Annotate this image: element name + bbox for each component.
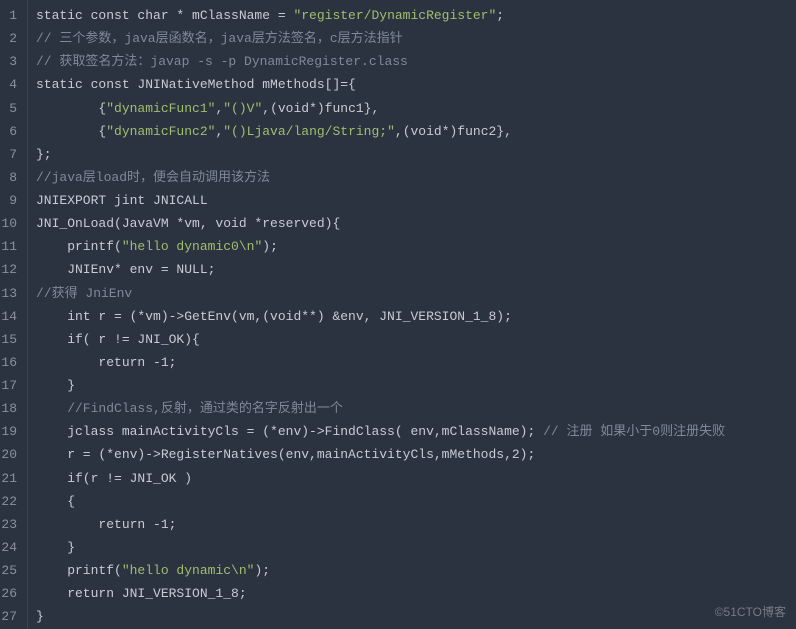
code-line: {"dynamicFunc2","()Ljava/lang/String;",(…	[36, 120, 796, 143]
line-number: 13	[0, 282, 21, 305]
code-token: ,(void*)func2},	[395, 124, 512, 139]
code-line: return -1;	[36, 351, 796, 374]
code-token: "()V"	[223, 101, 262, 116]
code-line: JNIEXPORT jint JNICALL	[36, 189, 796, 212]
line-number: 9	[0, 189, 21, 212]
code-token: int r = (*vm)->GetEnv(vm,(void**) &env, …	[36, 309, 512, 324]
line-number: 19	[0, 420, 21, 443]
code-line: {	[36, 490, 796, 513]
code-token: r = (*env)->RegisterNatives(env,mainActi…	[36, 447, 535, 462]
line-number-gutter: 1234567891011121314151617181920212223242…	[0, 0, 28, 629]
line-number: 8	[0, 166, 21, 189]
code-token: static const JNINativeMethod mMethods[]=…	[36, 77, 356, 92]
code-token: "hello dynamic\n"	[122, 563, 255, 578]
line-number: 27	[0, 605, 21, 628]
line-number: 3	[0, 50, 21, 73]
code-token: ;	[496, 8, 504, 23]
code-token: if(r != JNI_OK )	[36, 471, 192, 486]
code-token: static const char * mClassName =	[36, 8, 293, 23]
watermark: ©51CTO博客	[715, 602, 786, 623]
code-token: JNIEnv* env = NULL;	[36, 262, 215, 277]
code-token: "hello dynamic0\n"	[122, 239, 262, 254]
code-line: // 获取签名方法：javap -s -p DynamicRegister.cl…	[36, 50, 796, 73]
code-token: "()Ljava/lang/String;"	[223, 124, 395, 139]
code-editor: 1234567891011121314151617181920212223242…	[0, 0, 796, 629]
code-line: {"dynamicFunc1","()V",(void*)func1},	[36, 97, 796, 120]
line-number: 23	[0, 513, 21, 536]
code-area: static const char * mClassName = "regist…	[28, 0, 796, 629]
code-token: ,(void*)func1},	[262, 101, 379, 116]
code-line: }	[36, 605, 796, 628]
line-number: 10	[0, 212, 21, 235]
code-line: //获得 JniEnv	[36, 282, 796, 305]
code-token: printf(	[36, 563, 122, 578]
line-number: 16	[0, 351, 21, 374]
code-line: JNI_OnLoad(JavaVM *vm, void *reserved){	[36, 212, 796, 235]
code-token: }	[36, 378, 75, 393]
line-number: 18	[0, 397, 21, 420]
code-line: return JNI_VERSION_1_8;	[36, 582, 796, 605]
code-token: return -1;	[36, 355, 176, 370]
line-number: 15	[0, 328, 21, 351]
line-number: 7	[0, 143, 21, 166]
code-token: //java层load时，便会自动调用该方法	[36, 170, 270, 185]
code-line: r = (*env)->RegisterNatives(env,mainActi…	[36, 443, 796, 466]
code-line: }	[36, 374, 796, 397]
code-line: // 三个参数，java层函数名，java层方法签名，c层方法指针	[36, 27, 796, 50]
code-line: static const JNINativeMethod mMethods[]=…	[36, 73, 796, 96]
line-number: 26	[0, 582, 21, 605]
line-number: 21	[0, 467, 21, 490]
line-number: 14	[0, 305, 21, 328]
code-token: printf(	[36, 239, 122, 254]
line-number: 6	[0, 120, 21, 143]
code-line: return -1;	[36, 513, 796, 536]
line-number: 17	[0, 374, 21, 397]
line-number: 11	[0, 235, 21, 258]
code-token: JNIEXPORT jint JNICALL	[36, 193, 208, 208]
line-number: 1	[0, 4, 21, 27]
line-number: 2	[0, 27, 21, 50]
code-line: static const char * mClassName = "regist…	[36, 4, 796, 27]
code-token: "dynamicFunc2"	[106, 124, 215, 139]
code-token: }	[36, 609, 44, 624]
code-token: JNI_OnLoad(JavaVM *vm, void *reserved){	[36, 216, 340, 231]
code-token: };	[36, 147, 52, 162]
code-token: "register/DynamicRegister"	[293, 8, 496, 23]
code-token: // 注册 如果小于0则注册失败	[543, 424, 725, 439]
code-line: jclass mainActivityCls = (*env)->FindCla…	[36, 420, 796, 443]
code-token: //获得 JniEnv	[36, 286, 132, 301]
code-token: return -1;	[36, 517, 176, 532]
code-token: jclass mainActivityCls = (*env)->FindCla…	[36, 424, 543, 439]
code-token: {	[36, 494, 75, 509]
code-line: }	[36, 536, 796, 559]
code-line: printf("hello dynamic\n");	[36, 559, 796, 582]
code-token: {	[36, 101, 106, 116]
code-token: if( r != JNI_OK){	[36, 332, 200, 347]
code-line: };	[36, 143, 796, 166]
code-line: JNIEnv* env = NULL;	[36, 258, 796, 281]
code-token: }	[36, 540, 75, 555]
line-number: 20	[0, 443, 21, 466]
code-token: // 三个参数，java层函数名，java层方法签名，c层方法指针	[36, 31, 403, 46]
line-number: 22	[0, 490, 21, 513]
line-number: 5	[0, 97, 21, 120]
line-number: 12	[0, 258, 21, 281]
code-token: // 获取签名方法：javap -s -p DynamicRegister.cl…	[36, 54, 408, 69]
code-token: "dynamicFunc1"	[106, 101, 215, 116]
code-line: //java层load时，便会自动调用该方法	[36, 166, 796, 189]
code-line: //FindClass,反射，通过类的名字反射出一个	[36, 397, 796, 420]
code-line: if( r != JNI_OK){	[36, 328, 796, 351]
code-token: //FindClass,反射，通过类的名字反射出一个	[36, 401, 343, 416]
code-token: );	[254, 563, 270, 578]
code-line: if(r != JNI_OK )	[36, 467, 796, 490]
code-line: int r = (*vm)->GetEnv(vm,(void**) &env, …	[36, 305, 796, 328]
line-number: 4	[0, 73, 21, 96]
code-token: return JNI_VERSION_1_8;	[36, 586, 247, 601]
code-token: );	[262, 239, 278, 254]
line-number: 25	[0, 559, 21, 582]
line-number: 24	[0, 536, 21, 559]
code-token: {	[36, 124, 106, 139]
code-line: printf("hello dynamic0\n");	[36, 235, 796, 258]
